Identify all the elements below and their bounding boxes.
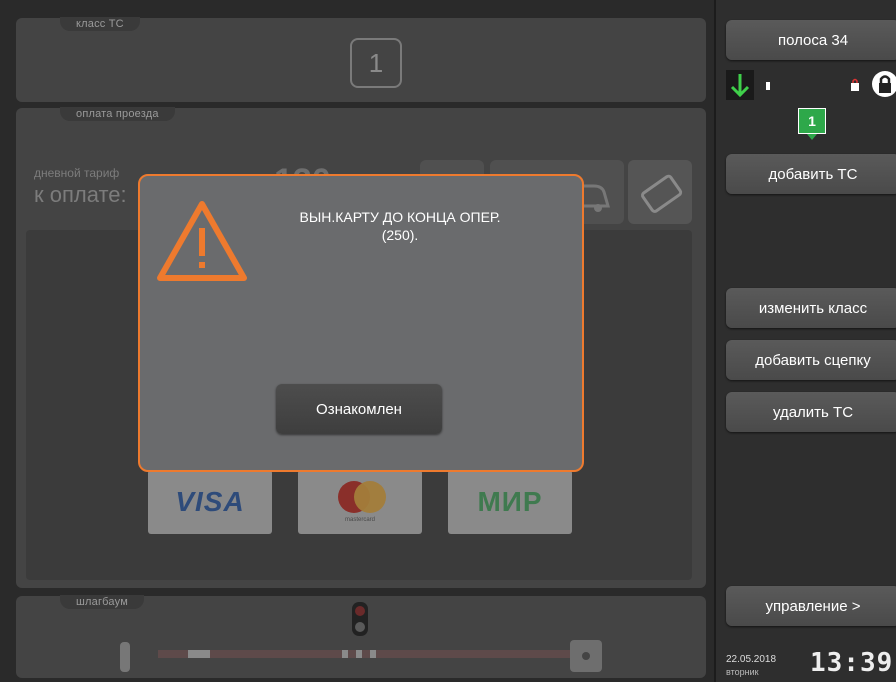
payment-title: оплата проезда	[60, 107, 175, 121]
delete-vehicle-button[interactable]: удалить ТС	[726, 392, 896, 432]
mastercard-card[interactable]: mastercard	[298, 470, 422, 534]
change-class-button[interactable]: изменить класс	[726, 288, 896, 328]
tariff-label: дневной тариф	[34, 166, 120, 180]
traffic-light-icon	[352, 602, 368, 636]
visa-logo: VISA	[175, 486, 245, 517]
vehicle-class-panel: класс ТС 1	[16, 17, 706, 102]
warning-triangle-icon	[157, 201, 247, 281]
vehicle-class-title: класс ТС	[60, 17, 140, 31]
alert-message-line1: ВЫН.КАРТУ ДО КОНЦА ОПЕР.	[299, 209, 501, 225]
vehicle-class-value: 1	[350, 38, 402, 88]
card-payment-button[interactable]	[628, 160, 692, 224]
main-area: класс ТС 1 оплата проезда дневной тариф …	[0, 0, 714, 682]
current-time: 13:39	[810, 648, 894, 678]
right-sidebar: полоса 34 1 добавить ТС изменить класс д…	[716, 0, 896, 682]
indicator-dot-icon	[766, 82, 770, 90]
visa-card[interactable]: VISA	[148, 470, 272, 534]
mir-logo: МИР	[477, 486, 543, 517]
mir-card[interactable]: МИР	[448, 470, 572, 534]
barrier-title: шлагбаум	[60, 595, 144, 609]
padlock-icon	[872, 71, 896, 97]
alert-message: ВЫН.КАРТУ ДО КОНЦА ОПЕР. (250).	[270, 208, 530, 244]
current-date: 22.05.2018	[726, 654, 777, 665]
lane-number-badge: 1	[798, 108, 826, 140]
control-button[interactable]: управление >	[726, 586, 896, 626]
alert-modal: ВЫН.КАРТУ ДО КОНЦА ОПЕР. (250). Ознакомл…	[138, 174, 584, 472]
card-icon	[641, 174, 683, 213]
current-weekday: вторник	[726, 667, 759, 677]
lane-status-row	[726, 70, 896, 100]
mastercard-logo: mastercard	[330, 477, 390, 527]
mastercard-label: mastercard	[344, 517, 375, 523]
to-pay-label: к оплате:	[34, 182, 127, 207]
lane-button[interactable]: полоса 34	[726, 20, 896, 60]
add-trailer-button[interactable]: добавить сцепку	[726, 340, 896, 380]
barrier-panel: шлагбаум	[16, 595, 706, 678]
acknowledge-button[interactable]: Ознакомлен	[276, 384, 442, 434]
add-vehicle-button[interactable]: добавить ТС	[726, 154, 896, 194]
small-lock-icon	[851, 78, 859, 91]
down-arrow-icon	[726, 70, 754, 100]
alert-message-line2: (250).	[381, 227, 419, 243]
barrier-icon	[120, 640, 602, 672]
